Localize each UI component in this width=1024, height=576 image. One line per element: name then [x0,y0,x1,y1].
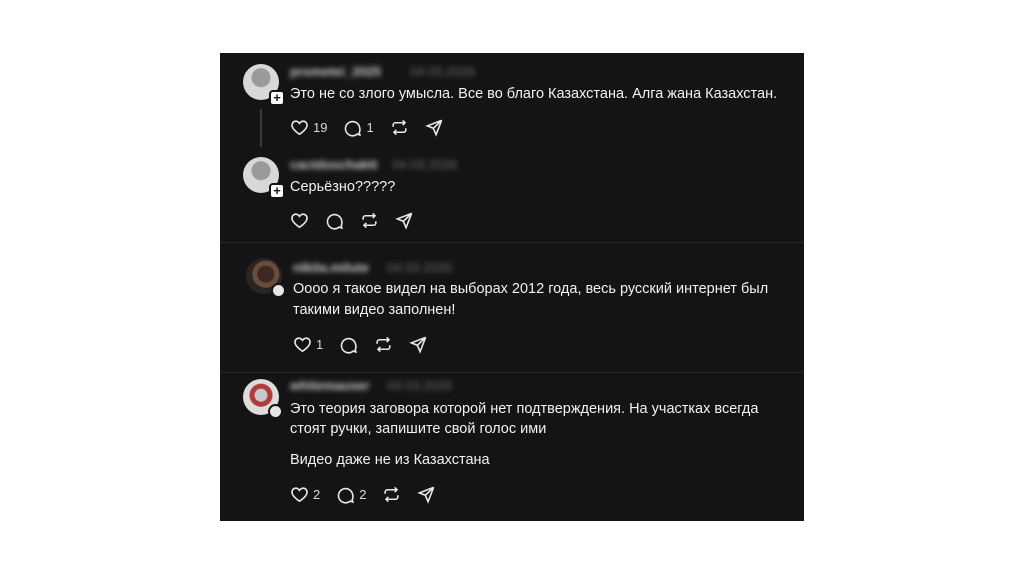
comment-text: такими видео заполнен! [293,302,456,318]
reply-button[interactable]: 1 [343,118,374,137]
comment-icon [340,337,358,354]
thread-screenshot: + prometei_2025 04.03.2026 Это не со зло… [220,53,804,521]
comment-text: Это не со злого умысла. Все во благо Каз… [290,86,778,102]
like-button[interactable] [290,211,309,230]
username[interactable]: cactdoschaktt [290,157,377,172]
reply-button[interactable] [325,211,344,230]
comment-icon [337,487,355,504]
avatar[interactable] [243,379,283,419]
heart-icon [291,212,308,228]
share-icon [395,212,413,230]
repost-button[interactable] [374,335,393,354]
reply-button[interactable] [339,335,358,354]
username[interactable]: nikita.milute [293,260,369,275]
repost-button[interactable] [360,211,379,230]
repost-icon [376,336,391,352]
follow-plus-icon[interactable]: + [269,183,285,199]
heart-icon [291,119,308,135]
heart-icon [291,486,308,502]
timestamp: 04.03.2026 [410,64,476,79]
action-bar: 2 2 [290,483,452,505]
comment: + cactdoschaktt 04.03.2026 Серьёзно????? [220,148,804,241]
thread-line [260,109,262,147]
avatar[interactable] [246,258,286,298]
comment-icon [345,120,362,137]
timestamp: 04.03.2026 [387,260,453,275]
comment-text: Видео даже не из Казахстана [290,452,490,468]
like-count: 2 [313,486,321,502]
share-button[interactable] [395,211,414,230]
comment: nikita.milute 04.03.2026 Оооо я такое ви… [220,243,804,371]
like-count: 19 [313,119,328,135]
share-icon [409,336,427,354]
action-bar: 1 [293,333,444,355]
comment-text: Серьёзно????? [290,179,396,195]
comment-text: стоят ручки, запишите свой голос ими [290,421,547,437]
comment: whitemauser 04.03.2026 Это теория загово… [220,373,804,521]
follow-plus-icon[interactable]: + [269,90,285,106]
share-button[interactable] [424,118,444,137]
status-badge [268,404,283,419]
username[interactable]: whitemauser [290,378,369,393]
reply-count: 2 [359,486,367,502]
like-button[interactable]: 19 [290,118,327,137]
repost-button[interactable] [382,485,401,504]
avatar[interactable]: + [243,157,285,199]
status-badge [271,283,286,298]
action-bar: 19 1 [290,116,460,138]
repost-icon [392,119,407,135]
like-button[interactable]: 1 [293,335,323,354]
share-button[interactable] [409,335,428,354]
share-button[interactable] [417,485,436,504]
repost-button[interactable] [390,118,409,137]
comment: + prometei_2025 04.03.2026 Это не со зло… [220,53,804,148]
username[interactable]: prometei_2025 [290,64,381,79]
action-bar [290,209,430,231]
reply-count: 1 [366,119,374,135]
repost-icon [362,212,377,228]
heart-icon [294,336,311,352]
share-icon [424,119,443,137]
reply-button[interactable]: 2 [336,485,366,504]
timestamp: 04.03.2026 [387,378,453,393]
comment-icon [326,213,344,230]
comment-text: Оооо я такое видел на выборах 2012 года,… [293,281,769,297]
like-button[interactable]: 2 [290,485,320,504]
like-count: 1 [316,336,324,352]
avatar[interactable]: + [243,64,285,106]
timestamp: 04.03.2026 [392,157,458,172]
repost-icon [384,486,400,502]
comment-text: Это теория заговора которой нет подтверж… [290,401,759,417]
share-icon [417,486,435,504]
